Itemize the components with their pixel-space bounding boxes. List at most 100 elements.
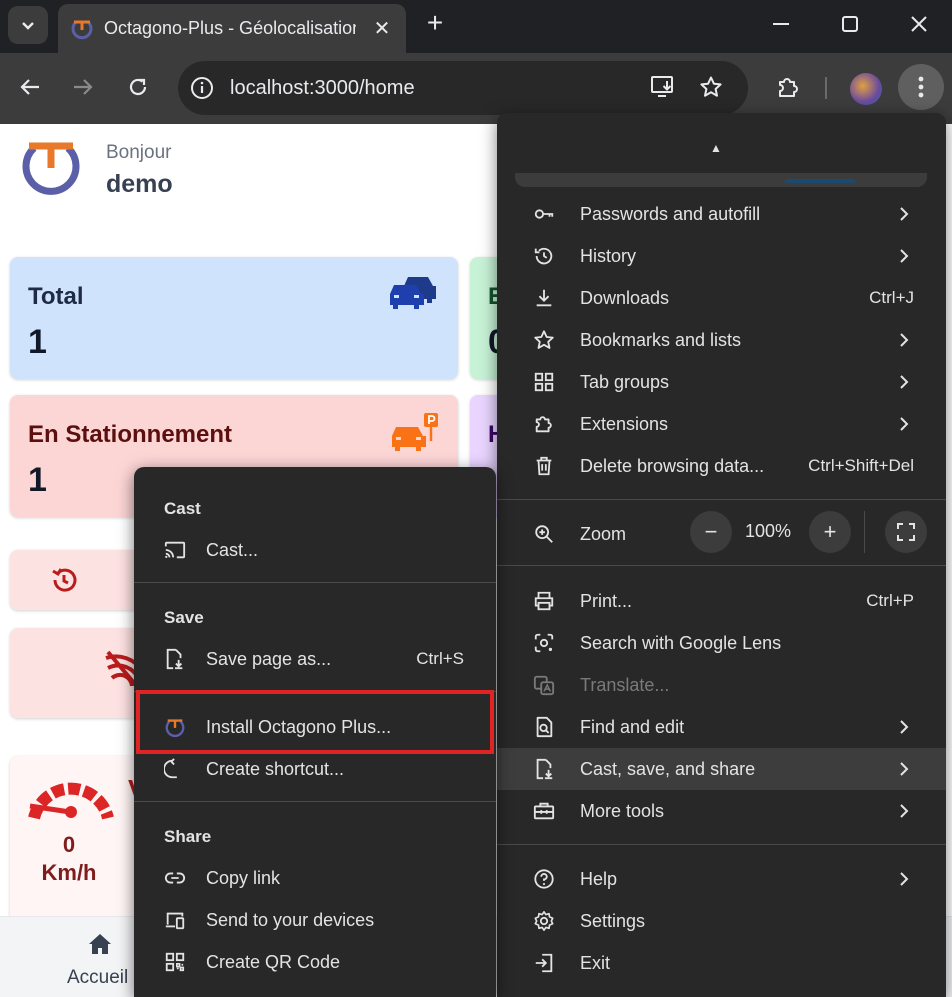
menu-item-passwords[interactable]: Passwords and autofill xyxy=(497,193,946,235)
menu-item-print[interactable]: Print... Ctrl+P xyxy=(497,580,946,622)
new-tab-button[interactable]: + xyxy=(420,7,450,38)
print-icon xyxy=(534,591,554,611)
menu-item-label: More tools xyxy=(580,800,665,821)
extensions-button[interactable] xyxy=(770,69,806,105)
menu-item-label: Translate... xyxy=(580,674,670,695)
menu-item-label: Delete browsing data... xyxy=(580,455,765,476)
menu-item-find-edit[interactable]: Find and edit xyxy=(497,706,946,748)
install-app-icon xyxy=(651,76,673,97)
exit-icon xyxy=(535,953,553,973)
menu-item-tab-groups[interactable]: Tab groups xyxy=(497,361,946,403)
submenu-item-label: Create QR Code xyxy=(206,951,341,972)
menu-item-cast-save-share[interactable]: Cast, save, and share xyxy=(497,748,946,790)
section-heading-cast: Cast xyxy=(164,499,201,518)
menu-item-history[interactable]: History xyxy=(497,235,946,277)
zoom-divider xyxy=(864,511,865,553)
menu-item-bookmarks[interactable]: Bookmarks and lists xyxy=(497,319,946,361)
zoom-out-button[interactable]: − xyxy=(690,511,732,553)
menu-separator xyxy=(497,565,946,566)
bookmark-star-button[interactable] xyxy=(693,69,729,105)
chrome-main-menu: ▲ Passwords and autofill History Downloa… xyxy=(497,113,946,997)
chrome-menu-button[interactable] xyxy=(898,64,944,110)
cast-save-icon xyxy=(536,758,553,780)
maximize-icon xyxy=(842,16,858,32)
help-icon xyxy=(534,869,554,889)
chevron-right-icon xyxy=(900,333,909,347)
chevron-down-icon xyxy=(22,22,34,30)
submenu-item-cast[interactable]: Cast... xyxy=(134,529,496,571)
arrow-left-icon xyxy=(20,79,39,95)
fullscreen-icon xyxy=(897,523,915,541)
install-app-button[interactable] xyxy=(645,69,681,105)
submenu-separator xyxy=(134,582,496,583)
reload-button[interactable] xyxy=(118,67,158,107)
nav-home[interactable]: Accueil xyxy=(60,929,140,989)
tab-search-button[interactable] xyxy=(8,6,48,44)
zoom-in-button[interactable]: + xyxy=(809,511,851,553)
forward-button[interactable] xyxy=(63,67,103,107)
nav-home-label: Accueil xyxy=(67,967,129,988)
menu-item-label: Cast, save, and share xyxy=(580,758,756,779)
menu-item-downloads[interactable]: Downloads Ctrl+J xyxy=(497,277,946,319)
profile-avatar[interactable] xyxy=(850,73,882,105)
menu-item-translate: Translate... xyxy=(497,664,946,706)
zoom-icon xyxy=(535,525,553,543)
minimize-icon xyxy=(773,23,789,25)
url-host: localhost xyxy=(230,76,309,99)
submenu-item-create-shortcut[interactable]: Create shortcut... xyxy=(134,748,496,790)
menu-item-label: Passwords and autofill xyxy=(580,203,761,224)
minimize-button[interactable] xyxy=(746,0,816,48)
reload-icon xyxy=(129,78,147,96)
submenu-item-save-page[interactable]: Save page as... Ctrl+S xyxy=(134,638,496,680)
menu-item-settings[interactable]: Settings xyxy=(497,900,946,942)
total-card[interactable]: Total 1 xyxy=(10,257,458,379)
home-icon xyxy=(89,934,111,954)
menu-item-google-lens[interactable]: Search with Google Lens xyxy=(497,622,946,664)
menu-item-delete-data[interactable]: Delete browsing data... Ctrl+Shift+Del xyxy=(497,445,946,487)
maximize-button[interactable] xyxy=(815,0,885,48)
toolbar-divider xyxy=(825,77,827,99)
menu-item-label: Downloads xyxy=(580,287,670,308)
octagono-logo-icon xyxy=(71,20,93,39)
cars-icon xyxy=(390,277,436,309)
menu-item-zoom: Zoom xyxy=(497,513,677,555)
history-icon xyxy=(52,568,77,592)
tab-close-icon[interactable]: ✕ xyxy=(370,16,394,41)
puzzle-icon xyxy=(535,416,552,433)
submenu-item-shortcut: Ctrl+S xyxy=(416,649,464,668)
parked-card-title: En Stationnement xyxy=(28,421,233,448)
url-path: :3000/home xyxy=(308,76,415,99)
site-info-button[interactable] xyxy=(188,74,216,102)
highlight-box xyxy=(136,690,494,754)
menu-profile-strip xyxy=(515,173,927,187)
chevron-right-icon xyxy=(900,375,909,389)
menu-item-label: Find and edit xyxy=(580,716,685,737)
total-card-title: Total xyxy=(28,283,84,310)
close-window-button[interactable] xyxy=(884,0,952,48)
submenu-item-copy-link[interactable]: Copy link xyxy=(134,857,496,899)
arrow-right-icon xyxy=(74,79,93,95)
cast-icon xyxy=(164,541,186,559)
star-icon xyxy=(700,76,722,97)
octagono-logo xyxy=(22,142,80,195)
menu-item-exit[interactable]: Exit xyxy=(497,942,946,984)
chevron-right-icon xyxy=(900,207,909,221)
speed-value: 0 xyxy=(62,832,76,857)
fullscreen-button[interactable] xyxy=(885,511,927,553)
menu-item-help[interactable]: Help xyxy=(497,858,946,900)
qr-code-icon xyxy=(165,952,185,972)
toolbox-icon xyxy=(533,802,555,820)
greeting-text: Bonjour xyxy=(106,142,172,163)
tab-strip: Octagono-Plus - Géolocalisation ✕ + xyxy=(0,0,952,53)
submenu-item-send-devices[interactable]: Send to your devices xyxy=(134,899,496,941)
back-button[interactable] xyxy=(10,67,50,107)
menu-item-extensions[interactable]: Extensions xyxy=(497,403,946,445)
menu-item-label: Bookmarks and lists xyxy=(580,329,742,350)
menu-scroll-up-icon[interactable]: ▲ xyxy=(710,141,722,155)
submenu-item-qr-code[interactable]: Create QR Code xyxy=(134,941,496,983)
menu-item-label: Search with Google Lens xyxy=(580,632,782,653)
menu-item-shortcut: Ctrl+Shift+Del xyxy=(808,456,914,475)
tab-octagono[interactable]: Octagono-Plus - Géolocalisation ✕ xyxy=(58,4,406,53)
username-text: demo xyxy=(106,170,173,198)
menu-item-more-tools[interactable]: More tools xyxy=(497,790,946,832)
